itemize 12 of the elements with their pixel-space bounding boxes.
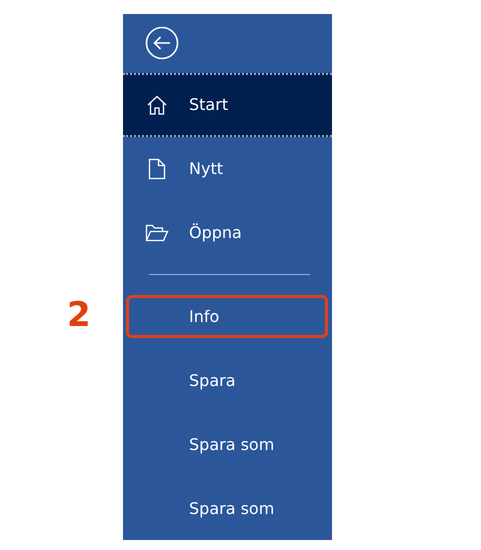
- back-icon[interactable]: [145, 26, 179, 60]
- menu-item[interactable]: Start: [123, 72, 332, 137]
- menu-item[interactable]: Spara: [123, 348, 332, 412]
- callout-number: 2: [67, 297, 91, 333]
- menu-item[interactable]: Info: [123, 284, 332, 348]
- home-icon: [146, 94, 168, 116]
- menu-item[interactable]: Öppna: [123, 200, 332, 265]
- menu-item[interactable]: Spara som: [123, 476, 332, 540]
- folder-icon: [145, 224, 169, 242]
- menu-item[interactable]: Spara som: [123, 412, 332, 476]
- document-icon: [148, 158, 166, 180]
- menu-item[interactable]: Nytt: [123, 136, 332, 201]
